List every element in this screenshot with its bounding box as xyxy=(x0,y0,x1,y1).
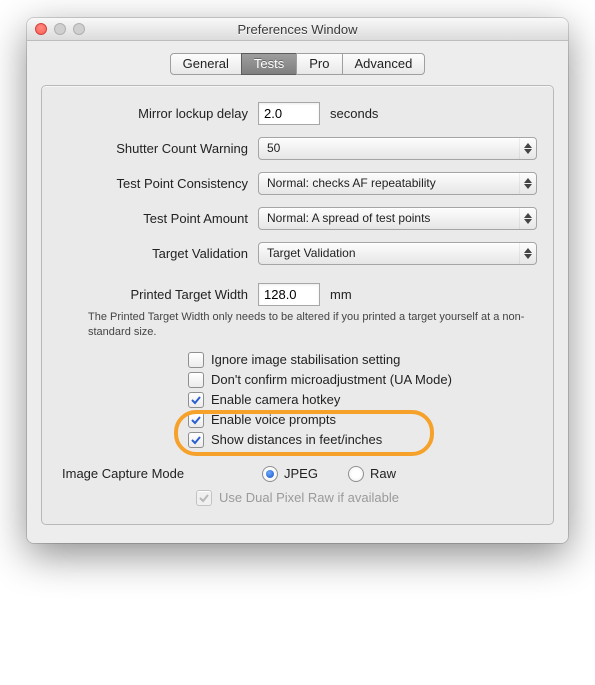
stepper-arrows-icon xyxy=(519,173,536,194)
radio-icon xyxy=(348,466,364,482)
input-printed-width[interactable] xyxy=(258,283,320,306)
radio-raw[interactable]: Raw xyxy=(348,466,396,482)
unit-mm: mm xyxy=(330,287,352,302)
tab-advanced[interactable]: Advanced xyxy=(342,53,426,75)
checkbox-icon xyxy=(188,352,204,368)
check-dual-pixel: Use Dual Pixel Raw if available xyxy=(196,490,399,506)
radio-jpeg[interactable]: JPEG xyxy=(262,466,318,482)
check-label: Ignore image stabilisation setting xyxy=(211,352,400,367)
tab-pro[interactable]: Pro xyxy=(296,53,342,75)
checkbox-icon xyxy=(196,490,212,506)
row-printed-width: Printed Target Width mm xyxy=(58,283,537,306)
popup-consistency-value: Normal: checks AF repeatability xyxy=(267,176,436,190)
unit-seconds: seconds xyxy=(330,106,378,121)
stepper-arrows-icon xyxy=(519,243,536,264)
popup-consistency[interactable]: Normal: checks AF repeatability xyxy=(258,172,537,195)
row-shutter-warning: Shutter Count Warning 50 xyxy=(58,137,537,160)
window-title: Preferences Window xyxy=(27,22,568,37)
check-label: Don't confirm microadjustment (UA Mode) xyxy=(211,372,452,387)
check-dont-confirm[interactable]: Don't confirm microadjustment (UA Mode) xyxy=(188,372,537,388)
radio-label: Raw xyxy=(370,466,396,481)
check-feet-inches[interactable]: Show distances in feet/inches xyxy=(188,432,537,448)
tabs: General Tests Pro Advanced xyxy=(41,53,554,75)
popup-amount-value: Normal: A spread of test points xyxy=(267,211,430,225)
printed-width-note: The Printed Target Width only needs to b… xyxy=(88,310,528,340)
label-target-validation: Target Validation xyxy=(58,246,258,261)
input-mirror-lockup[interactable] xyxy=(258,102,320,125)
label-printed-width: Printed Target Width xyxy=(58,287,258,302)
preferences-window: Preferences Window General Tests Pro Adv… xyxy=(27,18,568,543)
label-capture-mode: Image Capture Mode xyxy=(58,466,262,481)
checkbox-group: Ignore image stabilisation setting Don't… xyxy=(188,352,537,448)
window-controls xyxy=(35,23,85,35)
stepper-arrows-icon xyxy=(519,138,536,159)
label-mirror-lockup: Mirror lockup delay xyxy=(58,106,258,121)
checkbox-icon xyxy=(188,372,204,388)
label-consistency: Test Point Consistency xyxy=(58,176,258,191)
popup-amount[interactable]: Normal: A spread of test points xyxy=(258,207,537,230)
check-label: Show distances in feet/inches xyxy=(211,432,382,447)
radio-label: JPEG xyxy=(284,466,318,481)
row-mirror-lockup: Mirror lockup delay seconds xyxy=(58,102,537,125)
tab-tests[interactable]: Tests xyxy=(241,53,297,75)
checkbox-icon xyxy=(188,432,204,448)
popup-target-validation-value: Target Validation xyxy=(267,246,356,260)
content: General Tests Pro Advanced Mirror lockup… xyxy=(27,41,568,543)
tab-general[interactable]: General xyxy=(170,53,242,75)
label-amount: Test Point Amount xyxy=(58,211,258,226)
minimize-icon[interactable] xyxy=(54,23,66,35)
titlebar: Preferences Window xyxy=(27,18,568,41)
close-icon[interactable] xyxy=(35,23,47,35)
radio-icon xyxy=(262,466,278,482)
row-capture-mode: Image Capture Mode JPEG Raw xyxy=(58,466,537,482)
check-label: Use Dual Pixel Raw if available xyxy=(219,490,399,505)
check-ignore-stabilisation[interactable]: Ignore image stabilisation setting xyxy=(188,352,537,368)
stepper-arrows-icon xyxy=(519,208,536,229)
row-dual-pixel: Use Dual Pixel Raw if available xyxy=(58,490,537,510)
check-label: Enable camera hotkey xyxy=(211,392,340,407)
popup-target-validation[interactable]: Target Validation xyxy=(258,242,537,265)
popup-shutter-warning-value: 50 xyxy=(267,141,280,155)
popup-shutter-warning[interactable]: 50 xyxy=(258,137,537,160)
row-consistency: Test Point Consistency Normal: checks AF… xyxy=(58,172,537,195)
check-label: Enable voice prompts xyxy=(211,412,336,427)
check-enable-hotkey[interactable]: Enable camera hotkey xyxy=(188,392,537,408)
tests-panel: Mirror lockup delay seconds Shutter Coun… xyxy=(41,85,554,525)
check-enable-voice[interactable]: Enable voice prompts xyxy=(188,412,537,428)
checkbox-icon xyxy=(188,412,204,428)
row-target-validation: Target Validation Target Validation xyxy=(58,242,537,265)
label-shutter-warning: Shutter Count Warning xyxy=(58,141,258,156)
row-amount: Test Point Amount Normal: A spread of te… xyxy=(58,207,537,230)
zoom-icon[interactable] xyxy=(73,23,85,35)
checkbox-icon xyxy=(188,392,204,408)
